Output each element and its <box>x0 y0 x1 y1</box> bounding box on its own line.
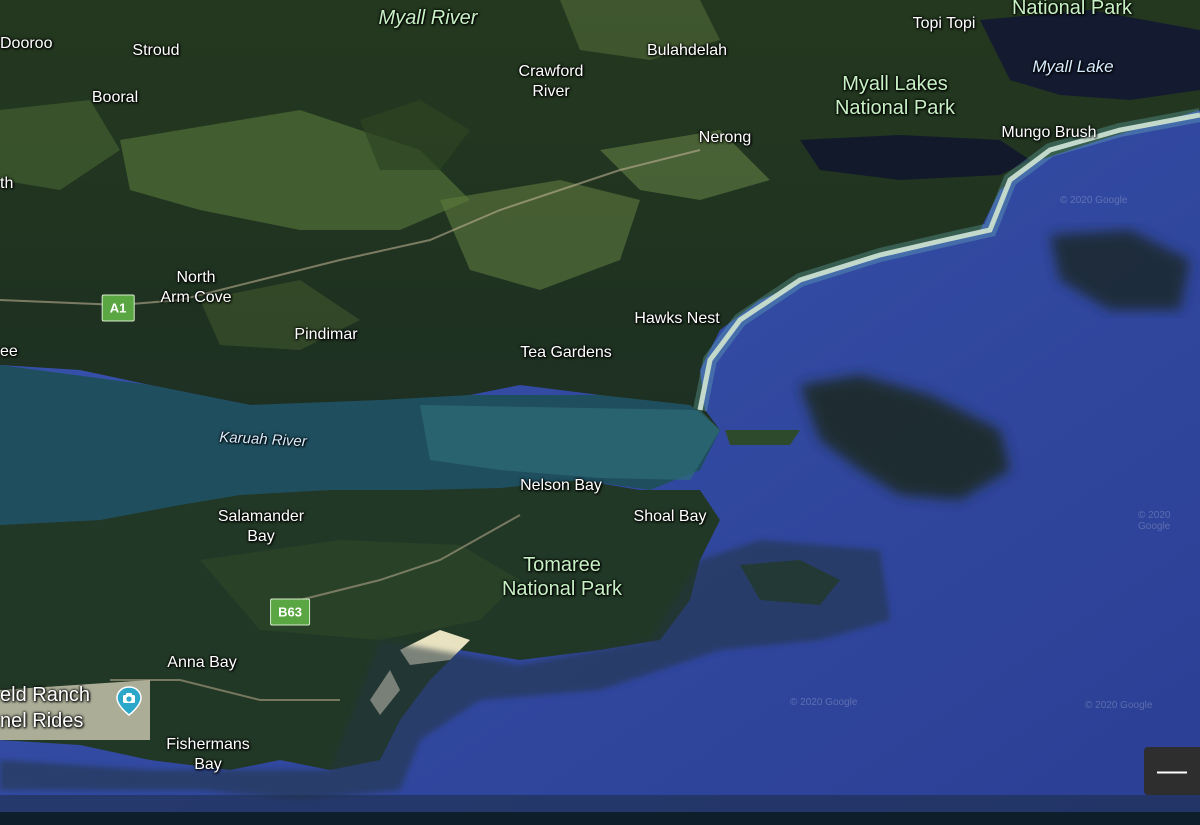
town-label-bulahdelah: Bulahdelah <box>646 42 728 59</box>
copyright-mark: © 2020 Google <box>1138 510 1171 532</box>
zoom-out-icon: — <box>1157 754 1187 787</box>
town-label-anna-bay: Anna Bay <box>167 654 237 671</box>
road-shield-b63: B63 <box>270 598 310 626</box>
place-label-mungo-brush: Mungo Brush <box>1001 124 1097 141</box>
town-label-stroud: Stroud <box>132 42 180 59</box>
town-label-dooroo: Dooroo <box>0 35 53 52</box>
road-shield-a1: A1 <box>101 294 135 322</box>
place-label-eld-ranch: eld Ranch <box>0 684 91 706</box>
town-label-fishermans-bay: Fishermans Bay <box>166 736 250 773</box>
park-label-myall-lakes: Myall Lakes National Park <box>834 73 956 119</box>
park-label-tomaree: Tomaree National Park <box>501 554 623 600</box>
town-label-shoal-bay: Shoal Bay <box>633 508 707 525</box>
town-label-booral: Booral <box>91 89 139 106</box>
town-label-topi-topi: Topi Topi <box>912 15 976 32</box>
town-label-tea-gardens: Tea Gardens <box>520 344 612 361</box>
river-label-crawford-river: Crawford River <box>518 63 584 100</box>
copyright-mark: © 2020 Google <box>790 697 858 708</box>
copyright-mark: © 2020 Google <box>1060 195 1128 206</box>
place-label-nel-rides: nel Rides <box>0 710 84 732</box>
satellite-map[interactable]: Dooroo Stroud Booral Myall River Crawfor… <box>0 0 1200 812</box>
town-label-pindimar: Pindimar <box>294 326 358 343</box>
town-label-north-arm-cove: North Arm Cove <box>160 269 232 306</box>
town-label-nerong: Nerong <box>698 129 752 146</box>
water-label-myall-lake: Myall Lake <box>1032 57 1114 76</box>
park-label-national-park: National Park <box>1011 0 1133 19</box>
map-terrain <box>0 0 1200 812</box>
river-label-myall-river: Myall River <box>378 7 478 29</box>
town-label-partial-th: th <box>0 175 14 192</box>
bottom-bar <box>0 812 1200 825</box>
town-label-partial-ee: ee <box>0 343 18 360</box>
copyright-mark: © 2020 Google <box>1085 700 1153 711</box>
town-label-hawks-nest: Hawks Nest <box>634 310 720 327</box>
town-label-nelson-bay: Nelson Bay <box>520 477 602 494</box>
town-label-salamander-bay: Salamander Bay <box>217 508 305 545</box>
camera-pin-icon[interactable] <box>114 686 144 716</box>
zoom-out-button[interactable]: — <box>1144 747 1200 795</box>
